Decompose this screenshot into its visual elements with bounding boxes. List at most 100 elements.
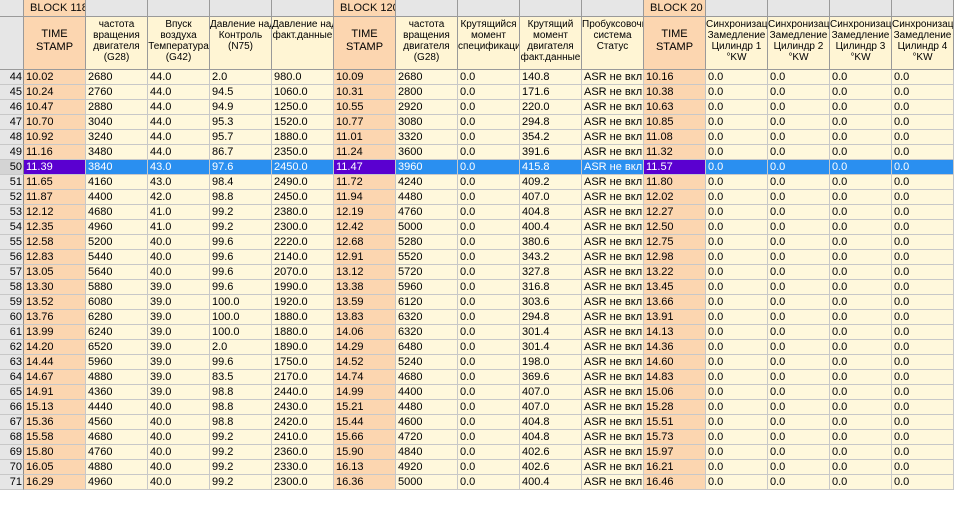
cell-g42[interactable]: 39.0 (148, 310, 210, 325)
cell-c4[interactable]: 0.0 (892, 205, 954, 220)
cell-g42[interactable]: 44.0 (148, 115, 210, 130)
column-header-c4[interactable]: Синхронизация Замедление Цилиндр 4 °KW (892, 17, 954, 70)
cell-ts2[interactable]: 10.77 (334, 115, 396, 130)
row-number[interactable]: 63 (0, 355, 24, 370)
cell-asr[interactable]: ASR не вкл (582, 85, 644, 100)
cell-fact[interactable]: 2360.0 (272, 445, 334, 460)
cell-n75[interactable]: 94.5 (210, 85, 272, 100)
cell-ts1[interactable]: 13.52 (24, 295, 86, 310)
cell-n75[interactable]: 98.8 (210, 190, 272, 205)
cell-c4[interactable]: 0.0 (892, 115, 954, 130)
cell-tq1[interactable]: 0.0 (458, 385, 520, 400)
cell-fact[interactable]: 2220.0 (272, 235, 334, 250)
cell-n75[interactable]: 99.6 (210, 250, 272, 265)
cell-c3[interactable]: 0.0 (830, 415, 892, 430)
cell-g28a[interactable]: 4680 (86, 430, 148, 445)
cell-c3[interactable]: 0.0 (830, 400, 892, 415)
cell-tq1[interactable]: 0.0 (458, 310, 520, 325)
cell-g28b[interactable]: 2800 (396, 85, 458, 100)
cell-c3[interactable]: 0.0 (830, 70, 892, 85)
cell-g42[interactable]: 42.0 (148, 190, 210, 205)
cell-ts3[interactable]: 14.36 (644, 340, 706, 355)
cell-tq2[interactable]: 327.8 (520, 265, 582, 280)
cell-g42[interactable]: 39.0 (148, 385, 210, 400)
cell-fact[interactable]: 1890.0 (272, 340, 334, 355)
cell-fact[interactable]: 1880.0 (272, 325, 334, 340)
cell-g42[interactable]: 44.0 (148, 100, 210, 115)
cell-fact[interactable]: 980.0 (272, 70, 334, 85)
cell-c2[interactable]: 0.0 (768, 310, 830, 325)
cell-c4[interactable]: 0.0 (892, 400, 954, 415)
cell-g28a[interactable]: 6240 (86, 325, 148, 340)
cell-g28a[interactable]: 3840 (86, 160, 148, 175)
cell-g28a[interactable]: 5880 (86, 280, 148, 295)
cell-fact[interactable]: 1250.0 (272, 100, 334, 115)
cell-ts3[interactable]: 13.91 (644, 310, 706, 325)
cell-asr[interactable]: ASR не вкл (582, 295, 644, 310)
cell-c4[interactable]: 0.0 (892, 415, 954, 430)
row-number[interactable]: 47 (0, 115, 24, 130)
cell-c3[interactable]: 0.0 (830, 385, 892, 400)
cell-c2[interactable]: 0.0 (768, 175, 830, 190)
row-number[interactable]: 54 (0, 220, 24, 235)
cell-g28a[interactable]: 4880 (86, 460, 148, 475)
cell-ts2[interactable]: 15.21 (334, 400, 396, 415)
cell-g28b[interactable]: 3600 (396, 145, 458, 160)
cell-n75[interactable]: 100.0 (210, 325, 272, 340)
row-number[interactable]: 44 (0, 70, 24, 85)
cell-n75[interactable]: 99.2 (210, 430, 272, 445)
cell-c3[interactable]: 0.0 (830, 355, 892, 370)
cell-g42[interactable]: 40.0 (148, 445, 210, 460)
cell-g28b[interactable]: 4400 (396, 385, 458, 400)
cell-c1[interactable]: 0.0 (706, 160, 768, 175)
cell-g28b[interactable]: 5520 (396, 250, 458, 265)
cell-g28a[interactable]: 3240 (86, 130, 148, 145)
cell-ts1[interactable]: 11.65 (24, 175, 86, 190)
cell-n75[interactable]: 2.0 (210, 70, 272, 85)
cell-c1[interactable]: 0.0 (706, 265, 768, 280)
cell-g28b[interactable]: 4720 (396, 430, 458, 445)
cell-c3[interactable]: 0.0 (830, 370, 892, 385)
cell-c3[interactable]: 0.0 (830, 430, 892, 445)
cell-fact[interactable]: 2450.0 (272, 190, 334, 205)
cell-fact[interactable]: 2330.0 (272, 460, 334, 475)
cell-c3[interactable]: 0.0 (830, 265, 892, 280)
cell-ts1[interactable]: 16.05 (24, 460, 86, 475)
cell-n75[interactable]: 99.6 (210, 235, 272, 250)
cell-g28a[interactable]: 2760 (86, 85, 148, 100)
cell-g28a[interactable]: 5640 (86, 265, 148, 280)
cell-tq1[interactable]: 0.0 (458, 430, 520, 445)
cell-ts3[interactable]: 10.63 (644, 100, 706, 115)
row-number[interactable]: 45 (0, 85, 24, 100)
cell-n75[interactable]: 99.6 (210, 265, 272, 280)
cell-g28a[interactable]: 2680 (86, 70, 148, 85)
cell-ts2[interactable]: 13.83 (334, 310, 396, 325)
cell-tq2[interactable]: 301.4 (520, 325, 582, 340)
cell-g42[interactable]: 39.0 (148, 280, 210, 295)
cell-c4[interactable]: 0.0 (892, 220, 954, 235)
cell-ts3[interactable]: 15.28 (644, 400, 706, 415)
cell-ts3[interactable]: 11.57 (644, 160, 706, 175)
column-header-g28b[interactable]: частота вращения двигателя (G28) (396, 17, 458, 70)
cell-c2[interactable]: 0.0 (768, 250, 830, 265)
cell-tq2[interactable]: 171.6 (520, 85, 582, 100)
cell-asr[interactable]: ASR не вкл (582, 235, 644, 250)
cell-n75[interactable]: 99.2 (210, 220, 272, 235)
cell-c2[interactable]: 0.0 (768, 265, 830, 280)
column-header-c2[interactable]: Синхронизация Замедление Цилиндр 2 °KW (768, 17, 830, 70)
cell-g28a[interactable]: 5200 (86, 235, 148, 250)
cell-c4[interactable]: 0.0 (892, 460, 954, 475)
cell-c3[interactable]: 0.0 (830, 145, 892, 160)
cell-ts1[interactable]: 10.24 (24, 85, 86, 100)
cell-c2[interactable]: 0.0 (768, 460, 830, 475)
cell-tq1[interactable]: 0.0 (458, 220, 520, 235)
cell-ts2[interactable]: 12.42 (334, 220, 396, 235)
cell-tq1[interactable]: 0.0 (458, 145, 520, 160)
cell-c1[interactable]: 0.0 (706, 145, 768, 160)
cell-tq1[interactable]: 0.0 (458, 190, 520, 205)
row-number[interactable]: 56 (0, 250, 24, 265)
row-number[interactable]: 58 (0, 280, 24, 295)
column-header-c1[interactable]: Синхронизация Замедление Цилиндр 1 °KW (706, 17, 768, 70)
cell-c2[interactable]: 0.0 (768, 280, 830, 295)
cell-c3[interactable]: 0.0 (830, 280, 892, 295)
